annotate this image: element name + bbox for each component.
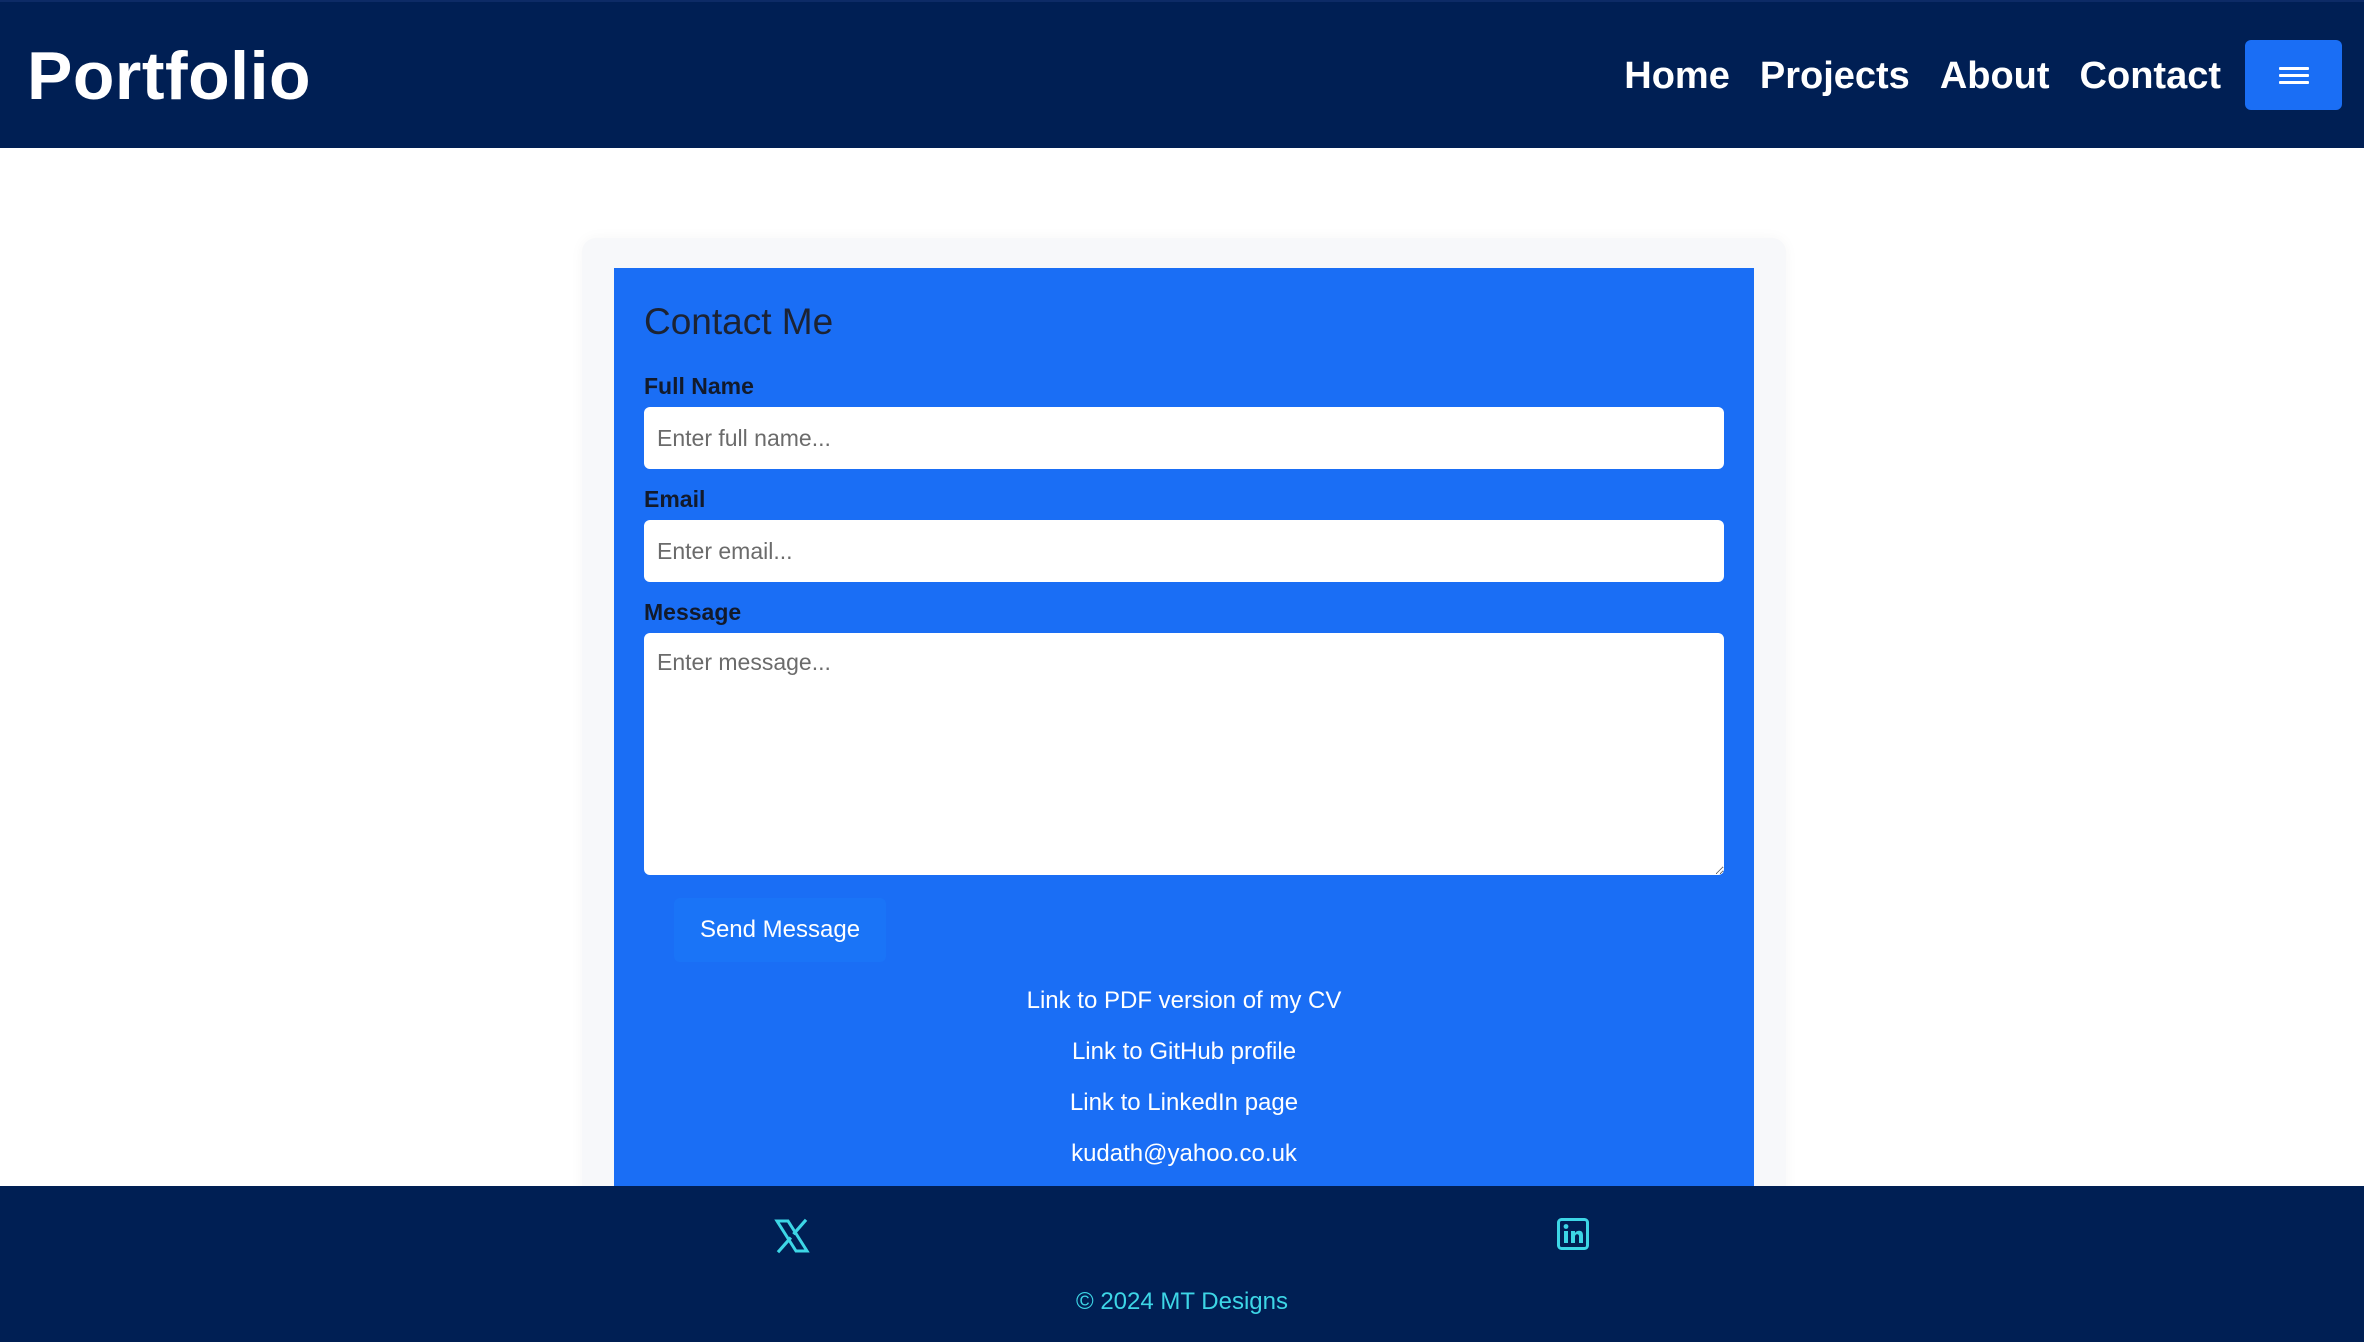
hamburger-menu-icon bbox=[2278, 65, 2309, 85]
nav-link-projects[interactable]: Projects bbox=[1760, 48, 1910, 104]
navbar: Portfolio Home Projects About Contact bbox=[0, 0, 2364, 148]
full-name-label: Full Name bbox=[644, 373, 754, 399]
contact-panel: Contact Me Full Name Email Message Send … bbox=[614, 268, 1754, 1268]
message-label: Message bbox=[644, 599, 742, 625]
email-input[interactable] bbox=[644, 520, 1724, 582]
email-label: Email bbox=[644, 486, 706, 512]
copyright-text: © 2024 MT Designs bbox=[1075, 1288, 1288, 1315]
brand-logo[interactable]: Portfolio bbox=[27, 36, 311, 116]
email-link[interactable]: kudath@yahoo.co.uk bbox=[614, 1133, 1754, 1184]
contact-title: Contact Me bbox=[644, 301, 834, 342]
contact-links: Link to PDF version of my CV Link to Git… bbox=[614, 980, 1754, 1184]
linkedin-link[interactable]: Link to LinkedIn page bbox=[614, 1082, 1754, 1133]
menu-toggle-button[interactable] bbox=[2245, 40, 2342, 110]
github-link[interactable]: Link to GitHub profile bbox=[614, 1031, 1754, 1082]
nav-link-contact[interactable]: Contact bbox=[2080, 48, 2221, 104]
linkedin-icon[interactable] bbox=[1557, 1218, 1593, 1254]
message-textarea[interactable] bbox=[644, 633, 1724, 875]
footer: © 2024 MT Designs bbox=[0, 1186, 2364, 1342]
nav-links: Home Projects About Contact bbox=[1594, 48, 2221, 104]
full-name-input[interactable] bbox=[644, 407, 1724, 469]
cv-pdf-link[interactable]: Link to PDF version of my CV bbox=[614, 980, 1754, 1031]
nav-link-about[interactable]: About bbox=[1940, 48, 2050, 104]
send-message-button[interactable]: Send Message bbox=[674, 898, 886, 962]
x-twitter-icon[interactable] bbox=[774, 1218, 810, 1254]
nav-link-home[interactable]: Home bbox=[1624, 48, 1730, 104]
